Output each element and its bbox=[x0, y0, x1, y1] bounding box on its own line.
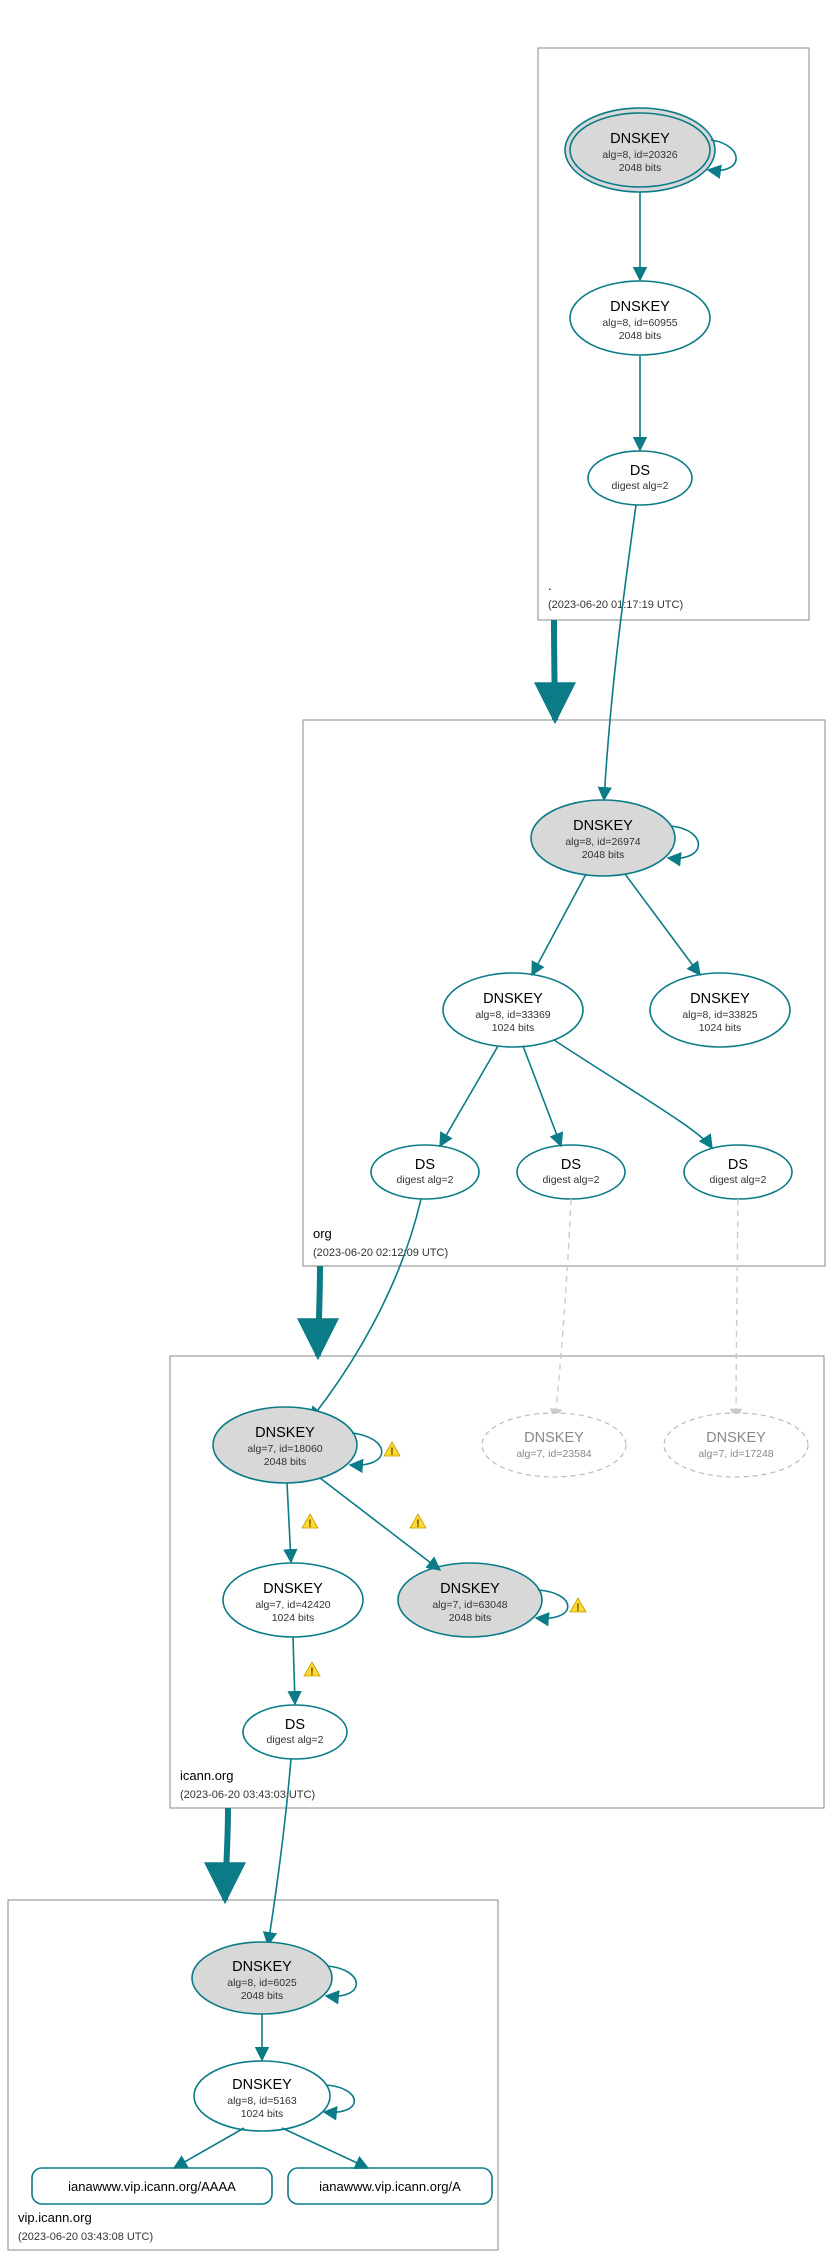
zone-org-label: org bbox=[313, 1226, 332, 1241]
svg-text:2048 bits: 2048 bits bbox=[619, 330, 662, 342]
dnssec-diagram: ! . (2023-06-20 01:17:19 UTC) org (2023-… bbox=[0, 0, 832, 2258]
svg-text:digest alg=2: digest alg=2 bbox=[267, 1734, 324, 1746]
svg-text:digest alg=2: digest alg=2 bbox=[397, 1174, 454, 1186]
svg-text:alg=8, id=26974: alg=8, id=26974 bbox=[565, 836, 640, 848]
vip-record-aaaa-label: ianawww.vip.icann.org/AAAA bbox=[68, 2179, 236, 2194]
svg-text:alg=8, id=33825: alg=8, id=33825 bbox=[682, 1009, 757, 1021]
root-ksk-node: DNSKEY alg=8, id=20326 2048 bits bbox=[565, 108, 715, 192]
svg-text:1024 bits: 1024 bits bbox=[241, 2108, 284, 2120]
org-ds3-node: DS digest alg=2 bbox=[684, 1145, 792, 1199]
edge-icann-zsk1-ds bbox=[293, 1637, 295, 1704]
svg-text:1024 bits: 1024 bits bbox=[272, 1612, 315, 1624]
org-ds2-node: DS digest alg=2 bbox=[517, 1145, 625, 1199]
svg-text:alg=8, id=6025: alg=8, id=6025 bbox=[227, 1977, 297, 1989]
edge-org-ksk-zsk2 bbox=[625, 874, 700, 975]
org-zsk2-node: DNSKEY alg=8, id=33825 1024 bits bbox=[650, 973, 790, 1047]
edge-org-ds3-ghost2 bbox=[736, 1199, 738, 1420]
svg-text:DNSKEY: DNSKEY bbox=[524, 1430, 584, 1446]
svg-text:DNSKEY: DNSKEY bbox=[573, 818, 633, 834]
svg-text:DS: DS bbox=[285, 1717, 305, 1733]
zone-org-ts: (2023-06-20 02:12:09 UTC) bbox=[313, 1247, 448, 1259]
svg-text:DNSKEY: DNSKEY bbox=[255, 1425, 315, 1441]
svg-text:2048 bits: 2048 bits bbox=[619, 162, 662, 174]
edge-icann-ksk-zsk1 bbox=[287, 1483, 291, 1562]
root-ds-node: DS digest alg=2 bbox=[588, 451, 692, 505]
svg-text:1024 bits: 1024 bits bbox=[492, 1022, 535, 1034]
svg-text:DS: DS bbox=[630, 463, 650, 479]
icann-ds-node: DS digest alg=2 bbox=[243, 1705, 347, 1759]
edge-org-ksk-zsk1 bbox=[532, 874, 586, 975]
svg-text:digest alg=2: digest alg=2 bbox=[710, 1174, 767, 1186]
org-ds1-node: DS digest alg=2 bbox=[371, 1145, 479, 1199]
vip-ksk-node: DNSKEY alg=8, id=6025 2048 bits bbox=[192, 1942, 332, 2014]
warning-icon bbox=[304, 1662, 320, 1678]
svg-text:alg=8, id=20326: alg=8, id=20326 bbox=[602, 149, 677, 161]
svg-text:DNSKEY: DNSKEY bbox=[610, 131, 670, 147]
svg-text:DNSKEY: DNSKEY bbox=[610, 299, 670, 315]
zone-icann-label: icann.org bbox=[180, 1768, 233, 1783]
svg-text:2048 bits: 2048 bits bbox=[449, 1612, 492, 1624]
edge-delegation-org-icann bbox=[318, 1266, 320, 1356]
zone-root-label: . bbox=[548, 578, 552, 593]
svg-text:alg=8, id=60955: alg=8, id=60955 bbox=[602, 317, 677, 329]
svg-text:alg=8, id=33369: alg=8, id=33369 bbox=[475, 1009, 550, 1021]
svg-text:alg=7, id=42420: alg=7, id=42420 bbox=[255, 1599, 330, 1611]
vip-record-a-label: ianawww.vip.icann.org/A bbox=[319, 2179, 461, 2194]
svg-text:digest alg=2: digest alg=2 bbox=[612, 480, 669, 492]
edge-root-ds-org-ksk bbox=[604, 505, 636, 800]
edge-org-zsk1-ds1 bbox=[440, 1046, 498, 1146]
svg-text:2048 bits: 2048 bits bbox=[582, 849, 625, 861]
edge-delegation-root-org bbox=[554, 620, 555, 720]
icann-zsk2-node: DNSKEY alg=7, id=63048 2048 bits bbox=[398, 1563, 542, 1637]
edge-org-zsk1-ds3 bbox=[554, 1040, 712, 1148]
zone-icann-ts: (2023-06-20 03:43:03 UTC) bbox=[180, 1789, 315, 1801]
svg-text:1024 bits: 1024 bits bbox=[699, 1022, 742, 1034]
icann-ksk-node: DNSKEY alg=7, id=18060 2048 bits bbox=[213, 1407, 357, 1483]
org-zsk1-node: DNSKEY alg=8, id=33369 1024 bits bbox=[443, 973, 583, 1047]
root-zsk-node: DNSKEY alg=8, id=60955 2048 bits bbox=[570, 281, 710, 355]
org-ksk-node: DNSKEY alg=8, id=26974 2048 bits bbox=[531, 800, 675, 876]
edge-icann-ds-vip-ksk bbox=[268, 1759, 291, 1945]
warning-icon bbox=[410, 1514, 426, 1530]
svg-text:alg=7, id=23584: alg=7, id=23584 bbox=[516, 1448, 591, 1460]
vip-zsk-node: DNSKEY alg=8, id=5163 1024 bits bbox=[194, 2061, 330, 2131]
zone-vip-ts: (2023-06-20 03:43:08 UTC) bbox=[18, 2231, 153, 2243]
icann-ghost1-node: DNSKEY alg=7, id=23584 bbox=[482, 1413, 626, 1477]
svg-text:DNSKEY: DNSKEY bbox=[232, 2077, 292, 2093]
edge-vip-zsk-aaaa bbox=[174, 2128, 244, 2168]
zone-root-ts: (2023-06-20 01:17:19 UTC) bbox=[548, 599, 683, 611]
svg-text:DS: DS bbox=[415, 1157, 435, 1173]
warning-icon bbox=[570, 1598, 586, 1614]
svg-text:DNSKEY: DNSKEY bbox=[483, 991, 543, 1007]
svg-text:alg=7, id=18060: alg=7, id=18060 bbox=[247, 1443, 322, 1455]
svg-text:alg=8, id=5163: alg=8, id=5163 bbox=[227, 2095, 297, 2107]
svg-text:2048 bits: 2048 bits bbox=[264, 1456, 307, 1468]
svg-text:DNSKEY: DNSKEY bbox=[706, 1430, 766, 1446]
svg-text:alg=7, id=63048: alg=7, id=63048 bbox=[432, 1599, 507, 1611]
svg-text:DS: DS bbox=[561, 1157, 581, 1173]
svg-text:digest alg=2: digest alg=2 bbox=[543, 1174, 600, 1186]
svg-text:DNSKEY: DNSKEY bbox=[690, 991, 750, 1007]
svg-text:DNSKEY: DNSKEY bbox=[440, 1581, 500, 1597]
svg-text:2048 bits: 2048 bits bbox=[241, 1990, 284, 2002]
warning-icon bbox=[302, 1514, 318, 1530]
edge-org-zsk1-ds2 bbox=[523, 1046, 561, 1146]
svg-text:alg=7, id=17248: alg=7, id=17248 bbox=[698, 1448, 773, 1460]
svg-text:DS: DS bbox=[728, 1157, 748, 1173]
zone-vip-label: vip.icann.org bbox=[18, 2210, 92, 2225]
edge-delegation-icann-vip bbox=[225, 1808, 228, 1900]
svg-text:DNSKEY: DNSKEY bbox=[263, 1581, 323, 1597]
svg-text:DNSKEY: DNSKEY bbox=[232, 1959, 292, 1975]
edge-vip-zsk-a bbox=[282, 2128, 368, 2168]
edge-org-ds2-ghost1 bbox=[555, 1199, 571, 1420]
warning-icon bbox=[384, 1442, 400, 1458]
icann-zsk1-node: DNSKEY alg=7, id=42420 1024 bits bbox=[223, 1563, 363, 1637]
icann-ghost2-node: DNSKEY alg=7, id=17248 bbox=[664, 1413, 808, 1477]
